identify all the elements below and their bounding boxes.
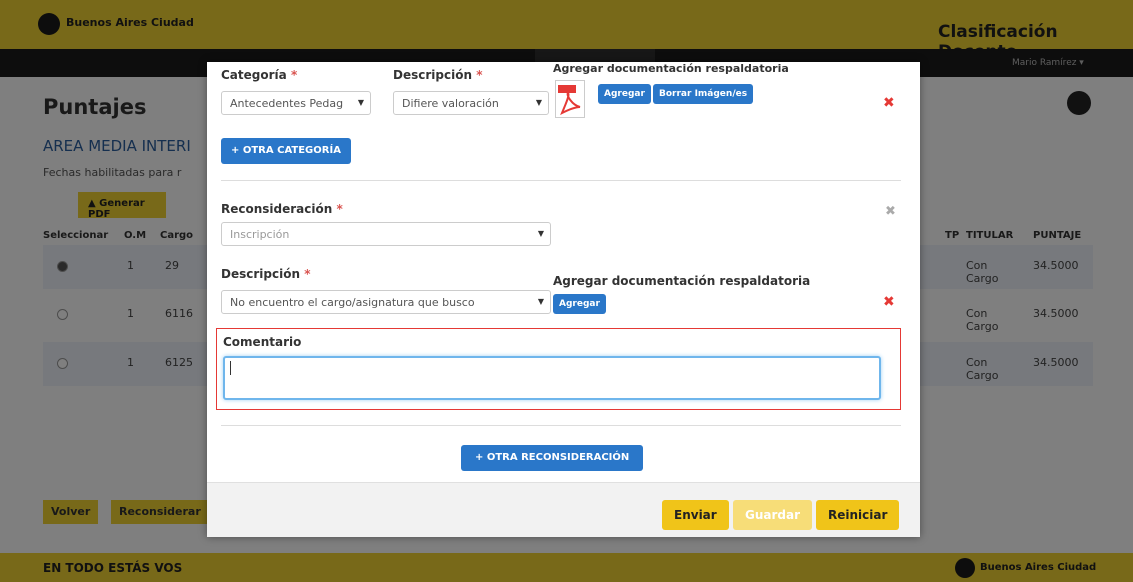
- otra-reconsideracion-button[interactable]: + OTRA RECONSIDERACIÓN: [461, 445, 644, 471]
- reconsideration-modal: Categoría * Antecedentes Pedag ▼ Descripc…: [207, 62, 920, 537]
- descripcion-label: Descripción *: [393, 68, 483, 82]
- doc-label: Agregar documentación respaldatoria: [553, 62, 789, 75]
- chevron-down-icon: ▼: [357, 98, 364, 107]
- reiniciar-button[interactable]: Reiniciar: [816, 500, 900, 530]
- remove-reconsideration-icon[interactable]: ✖: [885, 204, 896, 219]
- enviar-button[interactable]: Enviar: [662, 500, 729, 530]
- pdf-icon[interactable]: [555, 80, 585, 118]
- comentario-textarea[interactable]: [223, 356, 881, 400]
- descripcion2-select[interactable]: No encuentro el cargo/asignatura que bus…: [221, 290, 551, 314]
- agregar2-button[interactable]: Agregar: [553, 294, 606, 314]
- divider: [221, 425, 901, 426]
- doc2-label: Agregar documentación respaldatoria: [553, 274, 811, 288]
- reconsideracion-select[interactable]: Inscripción ▼: [221, 222, 551, 246]
- text-cursor: [230, 361, 231, 375]
- remove-category-icon[interactable]: ✖: [883, 95, 895, 111]
- reconsideracion-label: Reconsideración *: [221, 202, 343, 216]
- otra-categoria-button[interactable]: + OTRA CATEGORÍA: [221, 138, 351, 164]
- chevron-down-icon: ▼: [535, 98, 542, 107]
- divider: [221, 180, 901, 181]
- descripcion-select[interactable]: Difiere valoración ▼: [393, 91, 549, 115]
- modal-footer: [207, 482, 920, 537]
- chevron-down-icon: ▼: [537, 229, 544, 238]
- categoria-label: Categoría *: [221, 68, 298, 82]
- comentario-label: Comentario: [223, 335, 302, 349]
- remove-description-icon[interactable]: ✖: [883, 294, 895, 310]
- descripcion2-label: Descripción *: [221, 267, 311, 281]
- borrar-imagenes-button[interactable]: Borrar Imágen/es: [653, 84, 754, 104]
- categoria-select[interactable]: Antecedentes Pedag ▼: [221, 91, 371, 115]
- chevron-down-icon: ▼: [537, 297, 544, 306]
- agregar-button[interactable]: Agregar: [598, 84, 651, 104]
- guardar-button[interactable]: Guardar: [733, 500, 813, 530]
